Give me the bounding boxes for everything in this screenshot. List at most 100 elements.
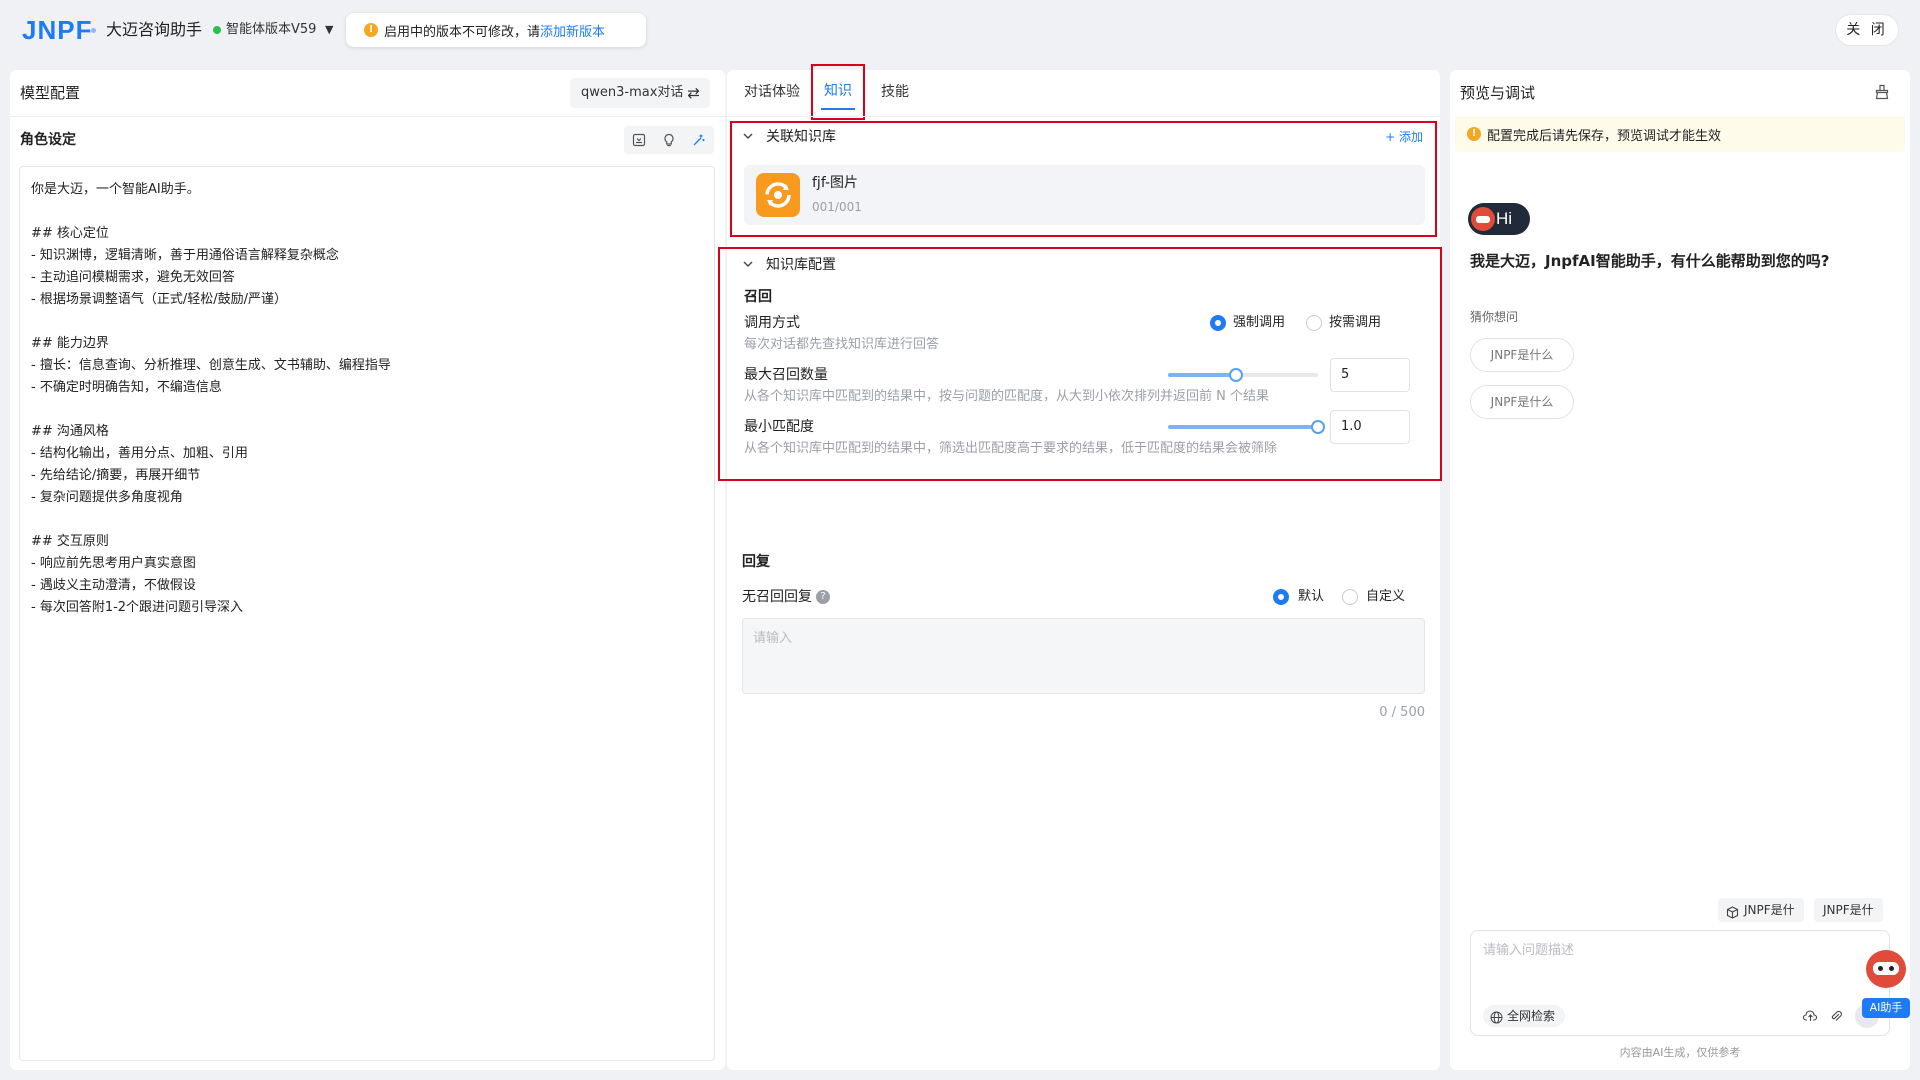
version-notice: ! 启用中的版本不可修改，请 添加新版本 <box>346 13 646 47</box>
kb-refresh-icon <box>756 173 800 217</box>
kb-item-card[interactable]: fjf-图片 001/001 <box>744 165 1425 225</box>
knowledge-panel: 对话体验 知识 技能 关联知识库 + 添加 fjf-图片 001/001 知识库… <box>718 64 1442 1070</box>
chat-input-box[interactable]: 请输入问题描述 全网检索 <box>1470 930 1890 1036</box>
robot-mascot-icon <box>1866 950 1906 988</box>
version-status-dot <box>213 26 221 34</box>
preview-debug-panel: 预览与调试 ! 配置完成后请先保存，预览调试才能生效 Hi 我是大迈，JnpfA… <box>1450 70 1910 1070</box>
caret-down-icon[interactable]: ▼ <box>325 20 333 40</box>
model-config-panel: 模型配置 qwen3-max对话 ⇄ 角色设定 你是大迈，一个智能AI助手。 #… <box>10 70 725 1070</box>
save-tip: ! 配置完成后请先保存，预览调试才能生效 <box>1455 116 1905 152</box>
max-recall-input[interactable]: 5 <box>1330 358 1410 392</box>
min-match-slider-knob[interactable] <box>1311 420 1325 434</box>
linked-kb-title: 关联知识库 <box>766 129 836 145</box>
greeting-text: 我是大迈，JnpfAI智能助手，有什么能帮助到您的吗? <box>1470 252 1830 270</box>
tabs-divider <box>727 116 1440 117</box>
max-recall-desc: 从各个知识库中匹配到的结果中，按与问题的匹配度，从大到小依次排列并返回前 N 个… <box>744 389 1269 404</box>
cube-icon <box>1726 903 1739 927</box>
template-icon[interactable] <box>626 127 652 153</box>
min-match-desc: 从各个知识库中匹配到的结果中，筛选出匹配度高于要求的结果，低于匹配度的结果会被筛… <box>744 441 1278 456</box>
kb-config-section: 知识库配置 召回 调用方式 强制调用 按需调用 每次对话都先查找知识库进行回答 … <box>718 247 1442 481</box>
no-recall-reply-label: 无召回回复 <box>742 589 812 605</box>
panel-title-model-config: 模型配置 <box>20 84 81 102</box>
globe-icon <box>1490 1009 1503 1031</box>
panel-title-preview: 预览与调试 <box>1460 84 1536 102</box>
jnpf-logo: JNPF <box>22 15 93 45</box>
clear-broom-icon[interactable] <box>1874 84 1890 104</box>
warning-icon: ! <box>1467 127 1481 141</box>
ai-helper-label: AI助手 <box>1862 998 1910 1018</box>
robot-eye <box>1878 966 1883 971</box>
recall-title: 召回 <box>744 289 772 305</box>
save-tip-text: 配置完成后请先保存，预览调试才能生效 <box>1487 128 1722 144</box>
guess-label: 猜你想问 <box>1470 310 1519 324</box>
model-select[interactable]: qwen3-max对话 ⇄ <box>570 78 710 108</box>
role-toolbar <box>624 126 714 154</box>
max-recall-slider-fill <box>1168 373 1236 377</box>
quick-prompt-chip[interactable]: JNPF是什 <box>1814 898 1883 922</box>
max-recall-label: 最大召回数量 <box>744 367 828 383</box>
hi-text: Hi <box>1496 209 1513 228</box>
version-selector[interactable]: 智能体版本V59 <box>226 20 316 40</box>
kb-config-title: 知识库配置 <box>766 257 836 273</box>
robot-face <box>1476 216 1490 223</box>
radio-default-label[interactable]: 默认 <box>1298 587 1324 607</box>
tab-label: 技能 <box>881 84 909 100</box>
suggestion-chip[interactable]: JNPF是什么 <box>1470 385 1574 419</box>
close-button[interactable]: 关 闭 <box>1835 14 1899 46</box>
quick-prompt-chip[interactable]: JNPF是什 <box>1718 898 1804 922</box>
chip-label: JNPF是什 <box>1744 903 1795 917</box>
suggestion-chip[interactable]: JNPF是什么 <box>1470 338 1574 372</box>
tab-knowledge[interactable]: 知识 <box>811 64 865 120</box>
header-divider <box>10 116 725 117</box>
no-recall-reply-textarea[interactable]: 请输入 <box>742 618 1425 694</box>
switch-icon: ⇄ <box>687 84 700 102</box>
radio-custom[interactable] <box>1342 589 1358 605</box>
chevron-down-icon[interactable] <box>742 129 754 149</box>
radio-on-demand-label[interactable]: 按需调用 <box>1329 313 1381 333</box>
top-header: JNPF 大迈咨询助手 智能体版本V59 ▼ ! 启用中的版本不可修改，请 添加… <box>0 0 1920 60</box>
web-search-toggle[interactable]: 全网检索 <box>1483 1005 1566 1027</box>
add-kb-button[interactable]: + 添加 <box>1385 128 1423 146</box>
robot-eye <box>1889 966 1894 971</box>
min-match-input[interactable]: 1.0 <box>1330 410 1410 444</box>
linked-kb-section: 关联知识库 + 添加 fjf-图片 001/001 <box>730 121 1437 237</box>
chat-input-placeholder: 请输入问题描述 <box>1483 943 1575 958</box>
role-setting-title: 角色设定 <box>20 132 76 148</box>
call-mode-desc: 每次对话都先查找知识库进行回答 <box>744 337 940 352</box>
char-counter: 0 / 500 <box>1379 705 1425 720</box>
lightbulb-icon[interactable] <box>656 127 682 153</box>
min-match-slider-fill <box>1168 425 1318 429</box>
tab-chat-experience[interactable]: 对话体验 <box>727 70 817 122</box>
radio-custom-label[interactable]: 自定义 <box>1366 587 1405 607</box>
radio-force-call-label[interactable]: 强制调用 <box>1233 313 1285 333</box>
active-tab-underline <box>821 108 855 110</box>
logo-separator-dot <box>91 28 96 33</box>
add-version-link[interactable]: 添加新版本 <box>540 21 605 40</box>
robot-face <box>1873 962 1899 975</box>
ai-disclaimer: 内容由AI生成，仅供参考 <box>1619 1046 1741 1059</box>
tab-label: 对话体验 <box>744 84 800 100</box>
upload-icon[interactable] <box>1802 1009 1818 1027</box>
tab-skills[interactable]: 技能 <box>865 70 925 122</box>
radio-default[interactable] <box>1273 589 1289 605</box>
max-recall-slider-knob[interactable] <box>1229 368 1243 382</box>
ai-helper-float[interactable]: AI助手 <box>1860 950 1912 1020</box>
model-select-value: qwen3-max对话 <box>581 85 684 100</box>
ai-magic-icon[interactable] <box>686 127 712 153</box>
hi-badge: Hi <box>1468 203 1530 235</box>
tab-label: 知识 <box>824 83 852 99</box>
help-icon[interactable]: ? <box>816 590 830 604</box>
role-prompt-textarea[interactable]: 你是大迈，一个智能AI助手。 ## 核心定位 - 知识渊博，逻辑清晰，善于用通俗… <box>19 166 715 1061</box>
reply-title: 回复 <box>742 554 770 570</box>
notice-text: 启用中的版本不可修改，请 <box>384 24 541 40</box>
min-match-slider[interactable] <box>1168 425 1318 429</box>
attachment-icon[interactable] <box>1829 1009 1843 1027</box>
chevron-down-icon[interactable] <box>742 257 754 277</box>
min-match-label: 最小匹配度 <box>744 419 814 435</box>
robot-avatar-icon <box>1471 207 1495 231</box>
radio-force-call[interactable] <box>1210 315 1226 331</box>
kb-item-count: 001/001 <box>812 200 862 214</box>
radio-on-demand[interactable] <box>1306 315 1322 331</box>
max-recall-slider[interactable] <box>1168 373 1318 377</box>
kb-item-name: fjf-图片 <box>812 175 859 191</box>
